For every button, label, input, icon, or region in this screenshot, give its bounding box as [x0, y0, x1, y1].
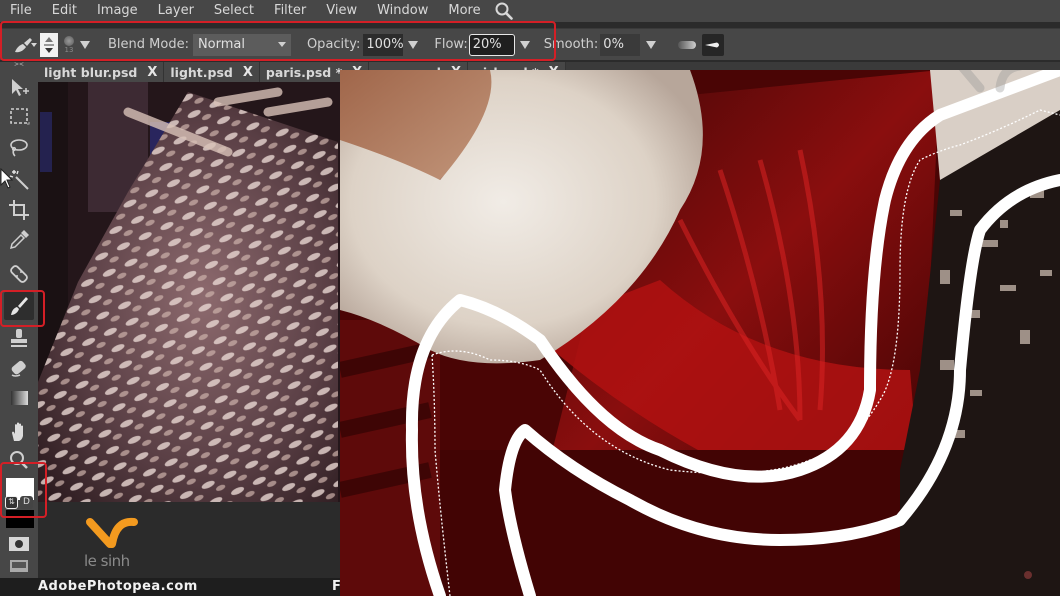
brush-tip-preview[interactable]: 13	[62, 33, 76, 57]
brush-size-stepper[interactable]	[40, 32, 58, 57]
screen-mode-button[interactable]	[4, 552, 34, 580]
zoom-icon	[10, 451, 28, 469]
tab-light[interactable]: light.psd X	[164, 62, 260, 82]
tab-label: light blur.psd	[44, 64, 138, 80]
search-icon[interactable]	[493, 0, 515, 22]
marquee-tool[interactable]	[4, 102, 34, 130]
eyedropper-icon	[9, 230, 29, 250]
crop-tool[interactable]	[4, 196, 34, 224]
blend-mode-value: Normal	[197, 37, 245, 52]
opacity-label: Opacity:	[306, 37, 361, 52]
tool-options-bar: 13 Blend Mode: Normal Opacity: 100% Flow…	[0, 28, 1060, 60]
menu-view[interactable]: View	[316, 0, 367, 22]
opacity-dropdown-arrow[interactable]	[408, 40, 419, 49]
healing-tool[interactable]	[4, 260, 34, 288]
swap-colors-button[interactable]: ⇅	[5, 496, 18, 509]
opacity-input[interactable]: 100%	[363, 33, 404, 56]
smooth-dropdown-arrow[interactable]	[646, 40, 657, 49]
brush-preset-icon[interactable]	[12, 34, 38, 56]
menu-file[interactable]: File	[0, 0, 42, 22]
watermark-panel: le sinh	[38, 502, 340, 578]
tab-close-icon[interactable]: X	[243, 65, 253, 80]
menu-filter[interactable]: Filter	[264, 0, 316, 22]
tree-photo	[38, 82, 340, 502]
document-canvas-santa[interactable]	[340, 70, 1060, 596]
move-icon	[12, 79, 29, 96]
tools-panel: >< ⇅ D	[0, 62, 38, 582]
blend-mode-select[interactable]: Normal	[192, 33, 291, 56]
clone-stamp-tool[interactable]	[4, 324, 34, 352]
lasso-icon	[10, 139, 28, 157]
gradient-tool[interactable]	[4, 384, 34, 412]
crop-icon	[9, 200, 29, 220]
blend-mode-label: Blend Mode:	[108, 37, 189, 52]
panel-collapse-handle[interactable]: ><	[12, 62, 26, 68]
background-color-swatch[interactable]	[6, 510, 34, 528]
smooth-label: Smooth:	[543, 37, 599, 52]
marquee-icon	[10, 108, 30, 125]
menu-select[interactable]: Select	[204, 0, 264, 22]
santa-photo	[340, 70, 1060, 596]
tab-close-icon[interactable]: X	[147, 65, 157, 80]
pressure-size-toggle[interactable]	[702, 33, 725, 56]
mouse-cursor-icon	[0, 168, 14, 189]
flow-input[interactable]: 20%	[468, 33, 515, 56]
menu-layer[interactable]: Layer	[148, 0, 204, 22]
move-tool[interactable]	[4, 74, 34, 102]
menu-bar: File Edit Image Layer Select Filter View…	[0, 0, 1060, 22]
zoom-tool[interactable]	[4, 446, 34, 474]
tab-label: paris.psd *	[265, 64, 343, 80]
eraser-tool[interactable]	[4, 354, 34, 382]
menu-more[interactable]: More	[438, 0, 490, 22]
quick-mask-icon	[9, 537, 29, 551]
smooth-input[interactable]: 0%	[600, 33, 641, 56]
lasso-tool[interactable]	[4, 134, 34, 162]
brush-size-value: 13	[64, 45, 74, 54]
stamp-icon	[11, 329, 27, 347]
brush-dropdown-arrow[interactable]	[80, 40, 90, 49]
eyedropper-tool[interactable]	[4, 226, 34, 254]
flow-label: Flow:	[434, 37, 468, 52]
default-colors-button[interactable]: D	[20, 496, 33, 509]
pressure-opacity-toggle[interactable]	[678, 40, 697, 49]
menu-image[interactable]: Image	[87, 0, 148, 22]
site-watermark: AdobePhotopea.com	[38, 579, 198, 594]
document-canvas-tree[interactable]	[38, 82, 340, 502]
brush-tool[interactable]	[4, 292, 34, 320]
tab-light-blur[interactable]: light blur.psd X	[38, 62, 165, 82]
gradient-icon	[11, 391, 28, 405]
hand-icon	[12, 422, 23, 441]
hand-tool[interactable]	[4, 418, 34, 446]
brush-icon	[11, 297, 28, 315]
bandage-icon	[10, 265, 28, 283]
tab-label: light.psd	[170, 64, 233, 80]
flow-dropdown-arrow[interactable]	[519, 40, 530, 49]
screen-mode-icon	[10, 560, 28, 572]
menu-edit[interactable]: Edit	[42, 0, 87, 22]
menu-window[interactable]: Window	[367, 0, 438, 22]
logo-text: le sinh	[84, 552, 130, 570]
eraser-icon	[11, 360, 26, 377]
